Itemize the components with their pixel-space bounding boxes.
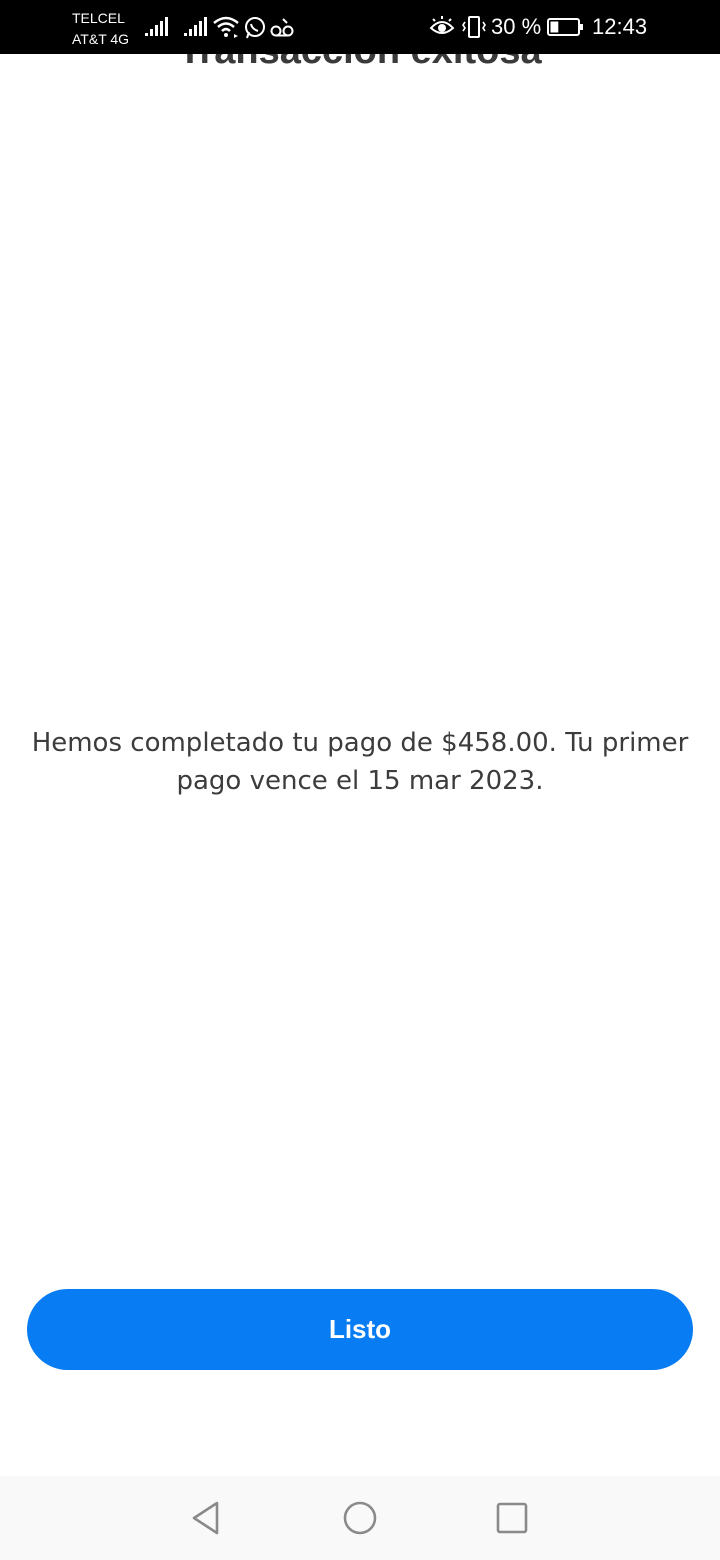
battery-icon bbox=[547, 17, 585, 37]
clock: 12:43 bbox=[592, 14, 648, 39]
signal-icon bbox=[145, 16, 169, 38]
carrier-2-label: AT&T 4G bbox=[72, 31, 130, 47]
eye-comfort-icon bbox=[429, 16, 455, 38]
payment-confirmation-message: Hemos completado tu pago de $458.00. Tu … bbox=[31, 728, 689, 796]
whatsapp-icon bbox=[243, 16, 267, 40]
signal-icon bbox=[184, 16, 208, 38]
status-bar: TELCEL AT&T 4G 30 % 12:43 bbox=[0, 0, 720, 54]
screen: Transacción exitosa TELCEL AT&T 4G bbox=[0, 0, 720, 1560]
recents-icon[interactable] bbox=[490, 1496, 534, 1540]
voicemail-icon bbox=[270, 17, 294, 39]
carrier-labels: TELCEL AT&T 4G bbox=[72, 8, 129, 50]
wifi-icon bbox=[212, 14, 240, 40]
carrier-1-label: TELCEL bbox=[72, 10, 125, 26]
navigation-bar bbox=[0, 1476, 720, 1560]
vibrate-icon bbox=[460, 15, 488, 39]
done-button[interactable]: Listo bbox=[27, 1289, 693, 1370]
home-icon[interactable] bbox=[338, 1496, 382, 1540]
battery-percent: 30 % bbox=[491, 14, 542, 39]
back-icon[interactable] bbox=[184, 1496, 228, 1540]
